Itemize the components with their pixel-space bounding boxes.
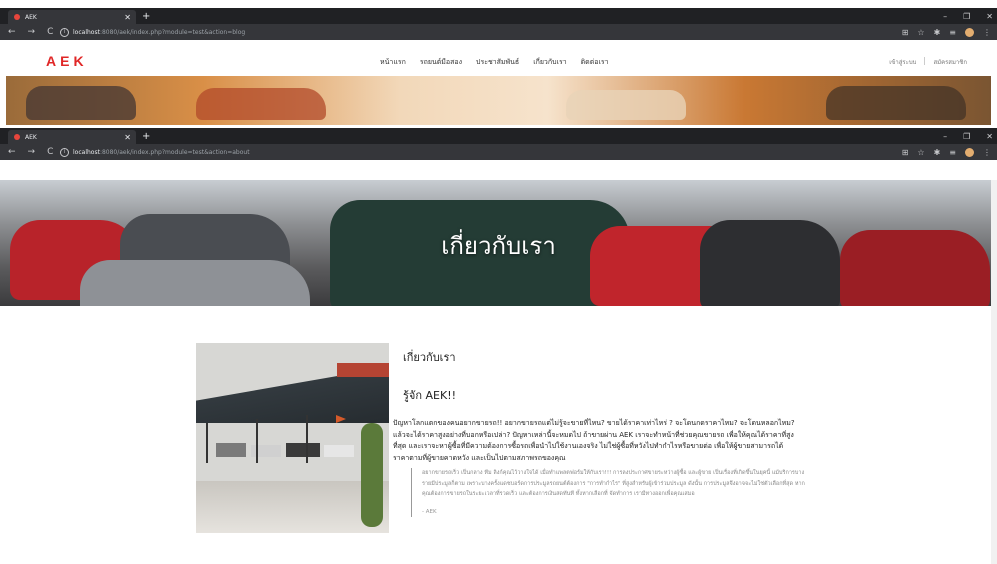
reload-icon[interactable]: C [47,27,53,37]
url-path: :8080/aek/index.php?module=test&action=a… [99,148,250,156]
url-input[interactable]: i localhost :8080/aek/index.php?module=t… [60,26,890,38]
window-close-icon[interactable]: ✕ [986,132,993,141]
window-controls: – ❐ ✕ [943,128,993,144]
reload-icon[interactable]: C [47,147,53,157]
car-shape [26,86,136,120]
about-body: ปัญหาโลกแตกของคนอยากขายรถ!! อยากขายรถแต่… [393,419,795,462]
menu-item-contact[interactable]: ติดต่อเรา [581,57,609,68]
about-quote: อยากขายรถเร็ว เป็นกลาง ทีม ลิงก์คุณไว้วา… [411,468,812,517]
star-icon[interactable]: ☆ [917,148,924,157]
car-shape [196,88,326,120]
translate-icon[interactable]: ⊞ [902,148,909,157]
menu-icon[interactable]: ⋮ [983,148,991,157]
close-icon[interactable]: ✕ [124,133,131,142]
carport-roof-edge [337,363,389,377]
window-controls: – ❐ ✕ [943,8,993,24]
reading-list-icon[interactable]: ≡ [949,148,956,157]
divider [924,57,926,65]
nav-buttons: ← → C [8,147,53,157]
close-icon[interactable]: ✕ [124,13,131,22]
nav-buttons: ← → C [8,27,53,37]
tab-strip: AEK ✕ + – ❐ ✕ [0,128,997,144]
avatar[interactable] [965,27,974,37]
site-logo[interactable]: AEK [46,53,88,69]
address-bar: ← → C i localhost :8080/aek/index.php?mo… [0,144,997,160]
info-icon[interactable]: i [60,147,69,157]
favicon-icon [14,134,20,140]
tab-strip: AEK ✕ + – ❐ ✕ [0,8,997,24]
toolbar-icons: ⊞ ☆ ✱ ≡ ⋮ [902,144,991,160]
section-title: เกี่ยวกับเรา [403,351,456,364]
forward-icon[interactable]: → [28,147,36,157]
window-close-icon[interactable]: ✕ [986,12,993,21]
url-path: :8080/aek/index.php?module=test&action=b… [99,28,246,36]
main-menu: หน้าแรก รถยนต์มือสอง ประชาสัมพันธ์ เกี่ย… [380,57,609,68]
favicon-icon [14,14,20,20]
tab-title: AEK [25,133,37,141]
toolbar-icons: ⊞ ☆ ✱ ≡ ⋮ [902,24,991,40]
minimize-icon[interactable]: – [943,12,947,21]
url-input[interactable]: i localhost :8080/aek/index.php?module=t… [60,146,890,158]
info-icon[interactable]: i [60,27,69,37]
car-shape [826,86,966,120]
address-bar: ← → C i localhost :8080/aek/index.php?mo… [0,24,997,40]
menu-item-news[interactable]: ประชาสัมพันธ์ [476,57,519,68]
scrollbar[interactable] [991,180,997,564]
avatar[interactable] [965,147,974,157]
blog-banner-image [6,76,991,125]
menu-item-about[interactable]: เกี่ยวกับเรา [533,57,566,68]
carport-photo [196,343,389,533]
about-heading: รู้จัก AEK!! [403,389,457,402]
reading-list-icon[interactable]: ≡ [949,28,956,37]
maximize-icon[interactable]: ❐ [963,132,970,141]
url-host: localhost [73,28,100,36]
browser-window-top: AEK ✕ + – ❐ ✕ ← → C i localhost :8080/ae… [0,8,997,40]
maximize-icon[interactable]: ❐ [963,12,970,21]
register-link[interactable]: สมัครสมาชิก [933,57,967,67]
browser-tab[interactable]: AEK ✕ [8,130,136,144]
minimize-icon[interactable]: – [943,132,947,141]
menu-item-used-cars[interactable]: รถยนต์มือสอง [420,57,462,68]
translate-icon[interactable]: ⊞ [902,28,909,37]
menu-item-home[interactable]: หน้าแรก [380,57,406,68]
hero-title: เกี่ยวกับเรา [441,232,556,260]
browser-window-bottom: AEK ✕ + – ❐ ✕ ← → C i localhost :8080/ae… [0,128,997,160]
back-icon[interactable]: ← [8,147,16,157]
extensions-icon[interactable]: ✱ [934,148,941,157]
tab-title: AEK [25,13,37,21]
car-shape [80,260,310,306]
menu-icon[interactable]: ⋮ [983,28,991,37]
car-shape [566,90,686,120]
login-link[interactable]: เข้าสู่ระบบ [889,57,916,67]
back-icon[interactable]: ← [8,27,16,37]
quote-text: อยากขายรถเร็ว เป็นกลาง ทีม ลิงก์คุณไว้วา… [422,470,805,497]
star-icon[interactable]: ☆ [917,28,924,37]
tree [361,423,383,527]
url-host: localhost [73,148,100,156]
quote-author: - AEK [422,508,437,515]
hero-banner: เกี่ยวกับเรา [0,180,997,306]
new-tab-icon[interactable]: + [142,131,150,142]
new-tab-icon[interactable]: + [142,11,150,22]
account-links: เข้าสู่ระบบ สมัครสมาชิก [889,57,967,67]
extensions-icon[interactable]: ✱ [934,28,941,37]
site-header: AEK หน้าแรก รถยนต์มือสอง ประชาสัมพันธ์ เ… [0,48,997,76]
browser-tab[interactable]: AEK ✕ [8,10,136,24]
forward-icon[interactable]: → [28,27,36,37]
